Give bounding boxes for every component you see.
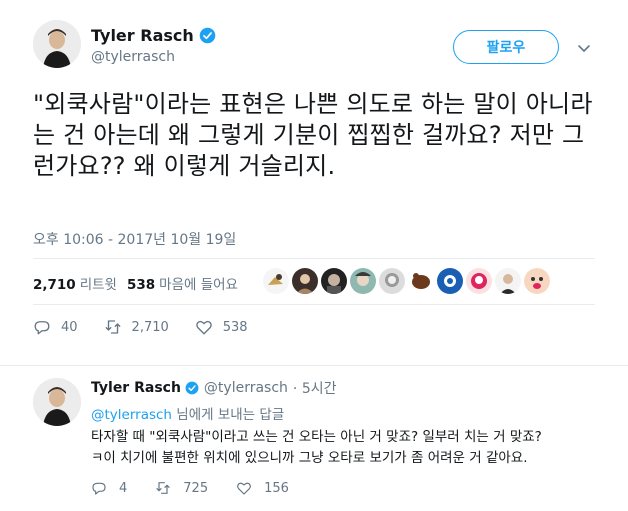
tweet-stats: 2,710 리트윗 538 마음에 들어요 bbox=[33, 273, 248, 293]
author-name[interactable]: Tyler Rasch bbox=[91, 26, 216, 45]
liker-avatars bbox=[263, 268, 553, 294]
retweet-icon bbox=[156, 482, 170, 494]
reply-icon bbox=[34, 321, 50, 335]
heart-icon bbox=[195, 320, 212, 335]
tweet-actions: 40 2,710 538 bbox=[33, 318, 274, 336]
reply-time[interactable]: · 5시간 bbox=[293, 378, 337, 398]
retweet-icon bbox=[105, 320, 120, 334]
liker-avatar[interactable] bbox=[379, 268, 405, 294]
reply-to-line: @tylerrasch 님에게 보내는 답글 bbox=[91, 403, 284, 423]
reply-text-line: 타자할 때 "외쿡사람"이라고 쓰는 건 오타는 아닌 거 맞죠? 일부러 치는… bbox=[91, 429, 542, 445]
reply-button[interactable]: 4 bbox=[91, 480, 127, 496]
reply-count: 4 bbox=[119, 480, 128, 496]
tweet-timestamp[interactable]: 오후 10:06 - 2017년 10월 19일 bbox=[33, 229, 236, 249]
follow-button[interactable]: 팔로우 bbox=[453, 30, 559, 64]
like-stat-label: 마음에 들어요 bbox=[159, 277, 238, 293]
like-stat[interactable]: 538 마음에 들어요 bbox=[127, 273, 238, 293]
like-count: 538 bbox=[222, 319, 248, 335]
like-count: 156 bbox=[264, 480, 289, 496]
retweet-count: 2,710 bbox=[131, 319, 169, 335]
liker-avatar[interactable] bbox=[524, 268, 550, 294]
liker-avatar[interactable] bbox=[408, 268, 434, 294]
retweet-count: 725 bbox=[183, 480, 209, 496]
like-stat-count: 538 bbox=[126, 277, 156, 293]
retweet-stat[interactable]: 2,710 리트윗 bbox=[33, 273, 117, 293]
reply-button[interactable]: 40 bbox=[33, 318, 78, 336]
divider bbox=[33, 258, 595, 259]
heart-icon bbox=[237, 482, 252, 495]
retweet-stat-count: 2,710 bbox=[33, 277, 76, 293]
reply-icon bbox=[92, 482, 106, 495]
liker-avatar[interactable] bbox=[292, 268, 318, 294]
divider bbox=[33, 304, 595, 305]
reply-author[interactable]: Tyler Rasch @tylerrasch · 5시간 bbox=[91, 378, 337, 398]
like-button[interactable]: 156 bbox=[236, 480, 289, 496]
retweet-button[interactable]: 2,710 bbox=[104, 318, 169, 336]
tweet-text: "외쿡사람"이라는 표현은 나쁜 의도로 하는 말이 아니라는 건 아는데 왜 … bbox=[33, 90, 593, 180]
author-name-text[interactable]: Tyler Rasch bbox=[91, 26, 194, 45]
reply-count: 40 bbox=[61, 319, 78, 335]
reply-actions: 4 725 156 bbox=[91, 480, 317, 496]
liker-avatar[interactable] bbox=[350, 268, 376, 294]
liker-avatar[interactable] bbox=[437, 268, 463, 294]
chevron-down-icon[interactable] bbox=[576, 40, 592, 56]
reply-tweet[interactable]: Tyler Rasch @tylerrasch · 5시간 @tylerrasc… bbox=[0, 366, 628, 511]
reply-to-handle-link[interactable]: @tylerrasch bbox=[91, 407, 172, 423]
main-tweet: Tyler Rasch @tylerrasch 팔로우 "외쿡사람"이라는 표현… bbox=[0, 0, 628, 366]
verified-badge-icon bbox=[185, 381, 199, 395]
verified-badge-icon bbox=[199, 27, 216, 44]
author-handle[interactable]: @tylerrasch bbox=[91, 49, 175, 65]
like-button[interactable]: 538 bbox=[195, 318, 248, 336]
reply-to-suffix: 님에게 보내는 답글 bbox=[172, 407, 285, 423]
author-avatar[interactable] bbox=[33, 20, 81, 68]
reply-author-avatar[interactable] bbox=[33, 378, 81, 426]
reply-text: 타자할 때 "외쿡사람"이라고 쓰는 건 오타는 아닌 거 맞죠? 일부러 치는… bbox=[91, 427, 611, 469]
liker-avatar[interactable] bbox=[466, 268, 492, 294]
reply-text-line: ㅋ이 치기에 불편한 위치에 있으니까 그냥 오타로 보기가 좀 어려운 거 같… bbox=[91, 450, 528, 466]
liker-avatar[interactable] bbox=[495, 268, 521, 294]
retweet-button[interactable]: 725 bbox=[155, 480, 208, 496]
reply-author-handle[interactable]: @tylerrasch bbox=[204, 380, 288, 396]
retweet-stat-label: 리트윗 bbox=[79, 277, 117, 293]
liker-avatar[interactable] bbox=[263, 268, 289, 294]
reply-author-name[interactable]: Tyler Rasch bbox=[91, 380, 181, 396]
liker-avatar[interactable] bbox=[321, 268, 347, 294]
